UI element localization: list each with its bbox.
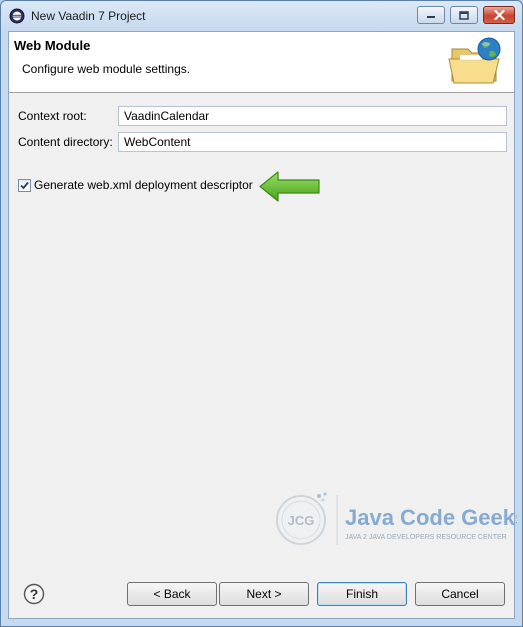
content-directory-input[interactable] xyxy=(118,132,507,152)
maximize-icon xyxy=(459,10,469,20)
back-button[interactable]: < Back xyxy=(127,582,217,606)
next-button[interactable]: Next > xyxy=(219,582,309,606)
minimize-button[interactable] xyxy=(417,6,445,24)
page-title: Web Module xyxy=(14,38,91,53)
svg-text:?: ? xyxy=(30,586,39,602)
context-root-label: Context root: xyxy=(18,109,87,123)
generate-descriptor-checkbox[interactable] xyxy=(18,179,31,192)
watermark-brand-text: Java Code Geeks xyxy=(345,505,517,530)
java-code-geeks-watermark: JCG Java Code Geeks JAVA 2 JAVA DEVELOPE… xyxy=(276,492,517,545)
help-icon[interactable]: ? xyxy=(23,583,45,605)
checkmark-icon xyxy=(20,181,29,190)
wizard-banner: Web Module Configure web module settings… xyxy=(9,32,514,93)
cancel-button[interactable]: Cancel xyxy=(415,582,505,606)
eclipse-app-icon xyxy=(9,8,25,24)
wizard-content: Web Module Configure web module settings… xyxy=(8,31,517,619)
window-title: New Vaadin 7 Project xyxy=(31,9,146,23)
jcg-logo-text: JCG xyxy=(288,513,315,528)
finish-button[interactable]: Finish xyxy=(317,582,407,606)
content-directory-label: Content directory: xyxy=(18,135,113,149)
page-description: Configure web module settings. xyxy=(22,62,191,76)
green-left-arrow-icon xyxy=(259,171,320,202)
maximize-button[interactable] xyxy=(450,6,478,24)
web-module-folder-globe-icon xyxy=(448,37,501,84)
wizard-window: New Vaadin 7 Project Web Module Configur… xyxy=(0,0,523,627)
minimize-icon xyxy=(427,16,435,18)
close-icon xyxy=(493,10,505,20)
close-button[interactable] xyxy=(483,6,515,24)
generate-descriptor-label[interactable]: Generate web.xml deployment descriptor xyxy=(34,178,253,192)
title-bar[interactable]: New Vaadin 7 Project xyxy=(1,1,522,31)
watermark-tagline-text: JAVA 2 JAVA DEVELOPERS RESOURCE CENTER xyxy=(345,534,507,541)
context-root-input[interactable] xyxy=(118,106,507,126)
